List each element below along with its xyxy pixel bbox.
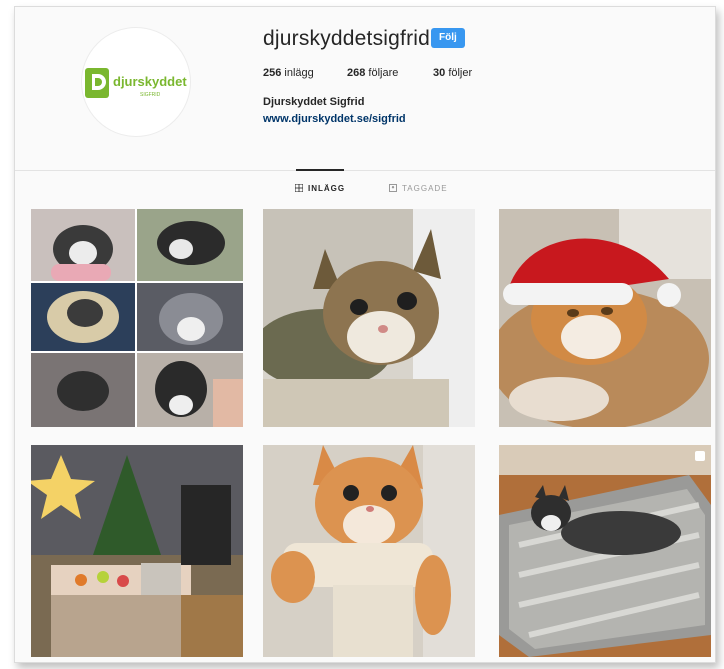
stat-posts-value: 256 [263, 67, 282, 79]
multi-photo-icon [695, 451, 705, 461]
stat-following[interactable]: 30 följer [433, 67, 472, 79]
stat-following-label: följer [448, 67, 473, 79]
instagram-profile-window: djurskyddet SIGFRID djurskyddetsigfrid F… [14, 6, 716, 663]
stat-posts-label: inlägg [284, 67, 314, 79]
grid-icon [294, 183, 304, 194]
christmas-gifts-image [31, 445, 243, 657]
orange-cat-image [263, 445, 475, 657]
profile-website-link[interactable]: www.djurskyddet.se/sigfrid [263, 113, 406, 125]
tab-posts[interactable]: INLÄGG [294, 183, 346, 194]
tabs-divider [15, 170, 715, 171]
tab-tagged[interactable]: TAGGADE [389, 184, 448, 194]
stat-followers-label: följare [368, 67, 399, 79]
post-thumbnail-cushion-cat[interactable] [499, 445, 711, 662]
tabby-cat-image [263, 209, 475, 427]
tab-tagged-label: TAGGADE [402, 184, 448, 193]
tag-icon [389, 184, 397, 194]
djurskyddet-logo-icon: djurskyddet SIGFRID [85, 68, 187, 98]
active-tab-indicator [296, 169, 344, 171]
post-thumbnail-orange-cat[interactable] [263, 445, 475, 662]
stat-followers[interactable]: 268 följare [347, 67, 398, 79]
post-thumbnail-santa-cat[interactable] [499, 209, 711, 427]
stat-following-value: 30 [433, 67, 446, 79]
follow-button[interactable]: Följ [431, 28, 465, 48]
stat-posts: 256 inlägg [263, 67, 314, 79]
stat-followers-value: 268 [347, 67, 366, 79]
profile-username: djurskyddetsigfrid [263, 27, 431, 50]
cushion-cat-image [499, 445, 711, 657]
post-thumbnail-collage[interactable] [31, 209, 243, 427]
profile-avatar[interactable]: djurskyddet SIGFRID [81, 27, 191, 137]
profile-fullname: Djurskyddet Sigfrid [263, 96, 365, 108]
post-thumbnail-tabby[interactable] [263, 209, 475, 427]
cat-collage-image [31, 209, 243, 427]
post-thumbnail-christmas[interactable] [31, 445, 243, 662]
logo-sub-text: SIGFRID [140, 92, 161, 98]
santa-hat-cat-image [499, 209, 711, 427]
logo-brand-text: djurskyddet [113, 74, 187, 89]
tab-posts-label: INLÄGG [308, 184, 346, 193]
